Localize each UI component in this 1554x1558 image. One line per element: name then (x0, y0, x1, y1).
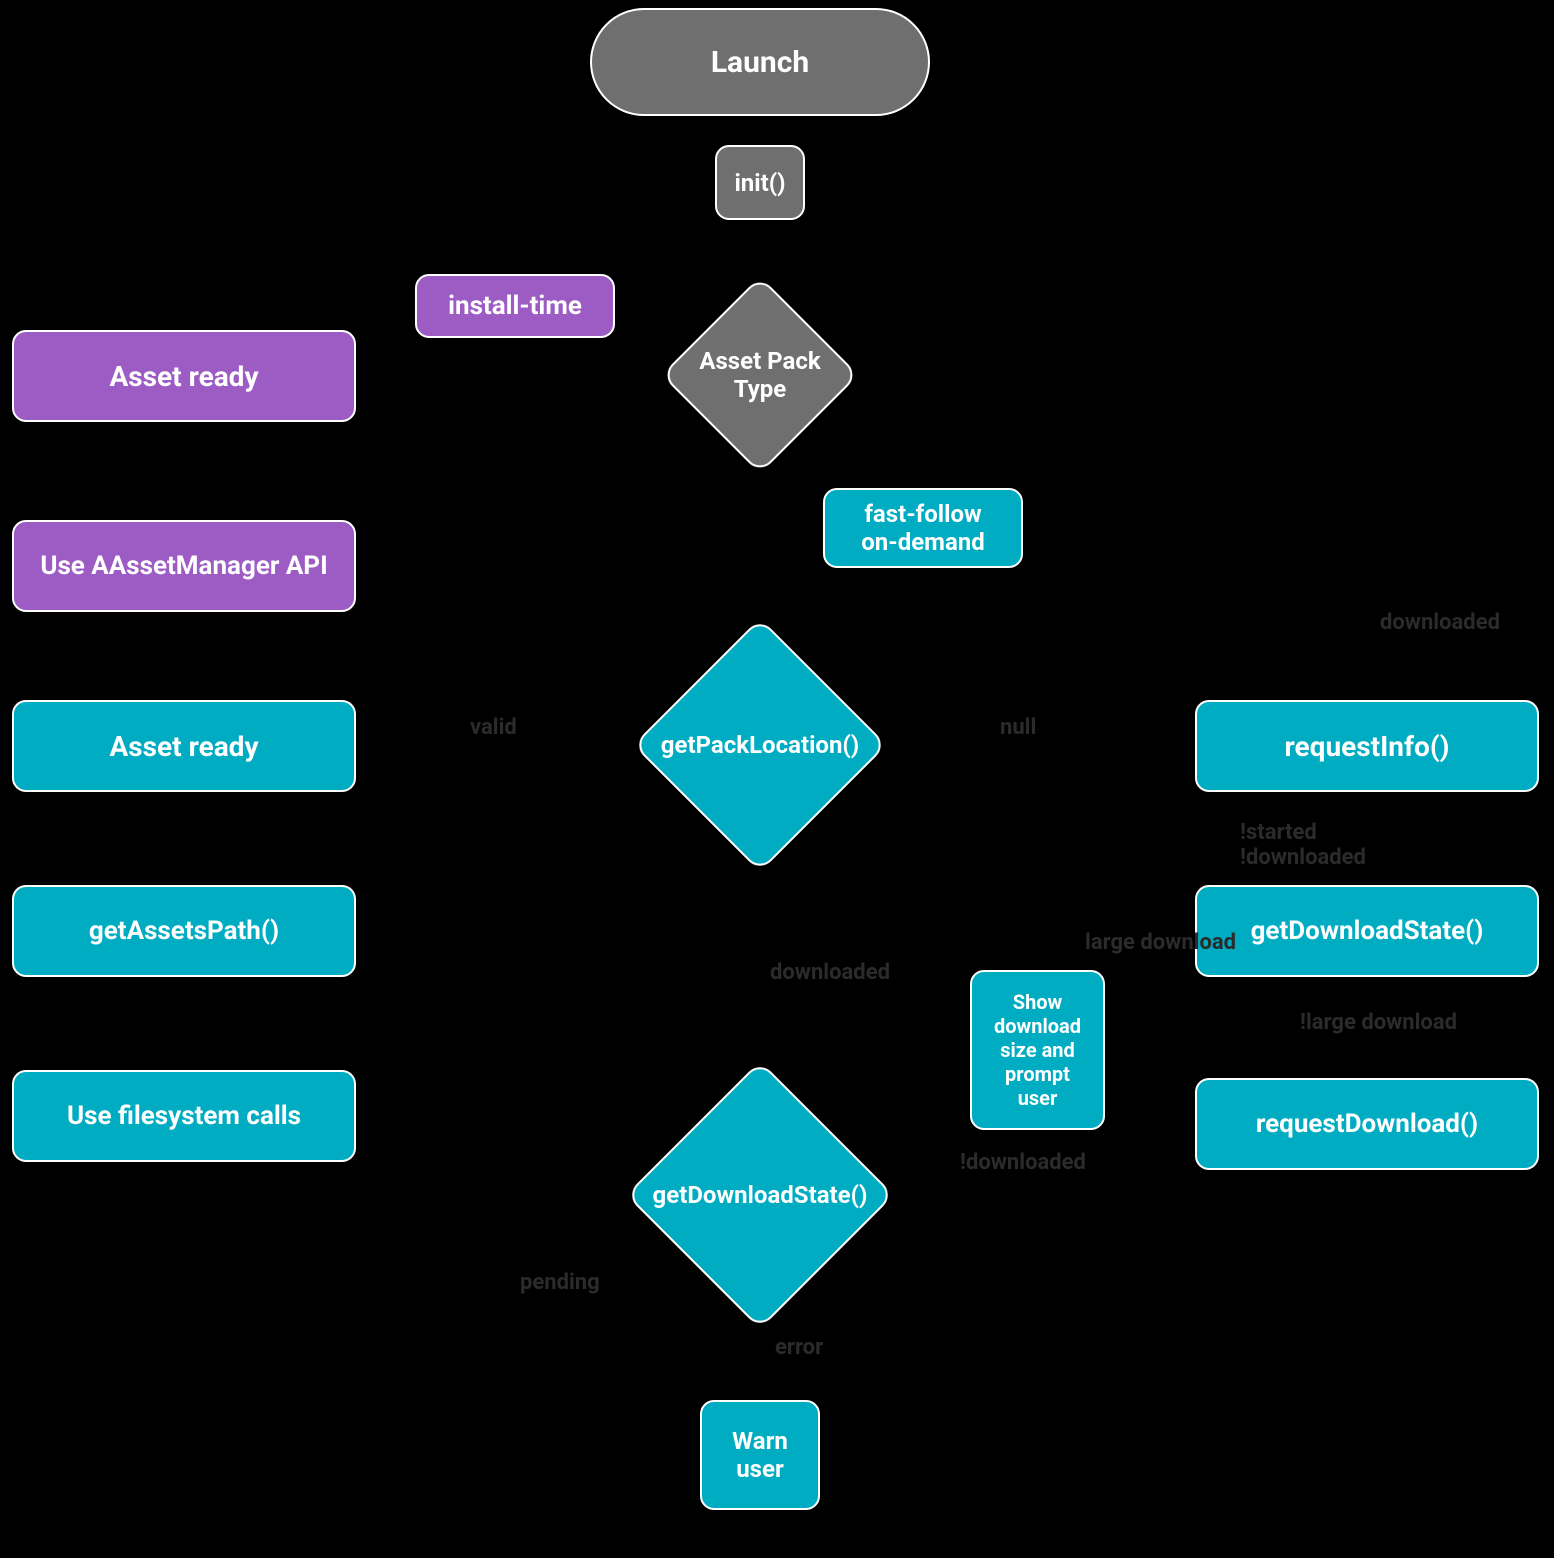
request-download-node: requestDownload() (1195, 1078, 1539, 1170)
fast-follow-ondemand-label: fast-follow on-demand (823, 488, 1023, 568)
init-node: init() (715, 145, 805, 220)
warn-user-node: Warn user (700, 1400, 820, 1510)
show-download-size-node: Show download size and prompt user (970, 970, 1105, 1130)
use-filesystem-node: Use filesystem calls (12, 1070, 356, 1162)
asset-pack-type-decision: Asset Pack Type (650, 285, 870, 465)
edge-label-null: null (1000, 715, 1036, 740)
get-pack-location-decision: getPackLocation() (600, 640, 920, 850)
get-assets-path-node: getAssetsPath() (12, 885, 356, 977)
asset-ready-teal-node: Asset ready (12, 700, 356, 792)
edge-label-valid: valid (470, 715, 517, 740)
edge-label-error: error (775, 1335, 823, 1360)
edge-label-notdownloaded: !downloaded (960, 1150, 1086, 1175)
install-time-label: install-time (415, 274, 615, 338)
request-info-node: requestInfo() (1195, 700, 1539, 792)
edge-label-downloaded-top: downloaded (1380, 610, 1500, 635)
use-aassetmanager-node: Use AAssetManager API (12, 520, 356, 612)
edge-label-downloaded-mid: downloaded (770, 960, 890, 985)
launch-node: Launch (590, 8, 930, 116)
get-download-state-right-node: getDownloadState() (1195, 885, 1539, 977)
edge-label-notstarted: !started !downloaded (1240, 820, 1366, 870)
asset-ready-purple-node: Asset ready (12, 330, 356, 422)
edge-label-notlarge: !large download (1300, 1010, 1457, 1035)
edge-label-pending: pending (520, 1270, 600, 1295)
edge-label-large: large download (1085, 930, 1236, 955)
get-download-state-decision: getDownloadState() (590, 1085, 930, 1305)
